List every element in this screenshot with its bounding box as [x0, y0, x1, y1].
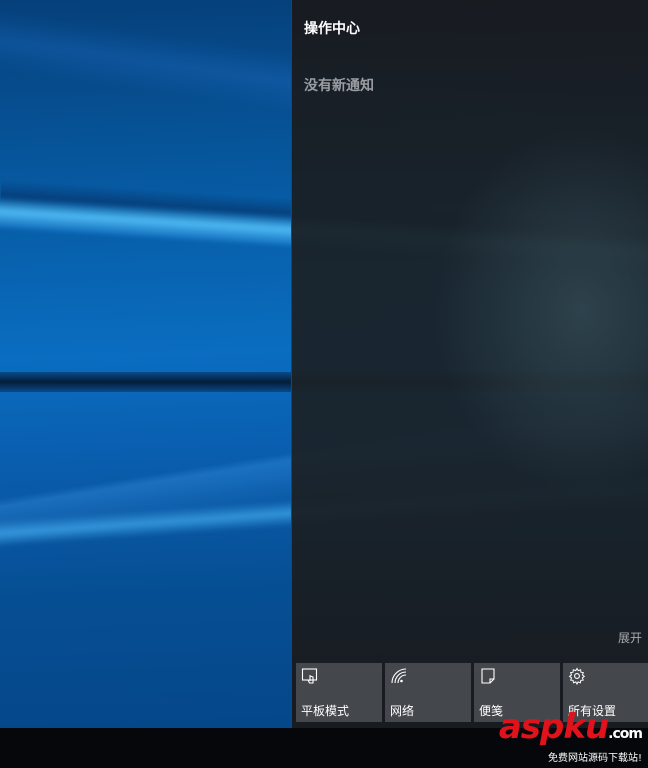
- expand-button[interactable]: 展开: [618, 629, 642, 646]
- gear-icon: [568, 667, 586, 686]
- network-icon: [390, 667, 408, 685]
- note-icon: [479, 667, 497, 685]
- quick-action-note[interactable]: 便笺: [474, 663, 560, 722]
- action-center-title: 操作中心: [304, 21, 360, 37]
- quick-action-network[interactable]: 网络: [385, 663, 471, 722]
- action-center-panel: 操作中心 没有新通知 展开 平板模式 网络 便笺 所有设置: [291, 0, 648, 728]
- quick-action-label: 所有设置: [568, 704, 617, 718]
- tablet-mode-icon: [301, 667, 319, 685]
- quick-action-label: 便笺: [479, 704, 504, 718]
- quick-action-tablet-mode[interactable]: 平板模式: [296, 663, 382, 722]
- quick-action-label: 网络: [390, 704, 415, 718]
- quick-actions: 平板模式 网络 便笺 所有设置: [296, 663, 648, 722]
- quick-action-label: 平板模式: [301, 704, 350, 718]
- taskbar: [0, 728, 648, 768]
- quick-action-all-settings[interactable]: 所有设置: [563, 663, 648, 722]
- no-notifications-message: 没有新通知: [304, 78, 374, 94]
